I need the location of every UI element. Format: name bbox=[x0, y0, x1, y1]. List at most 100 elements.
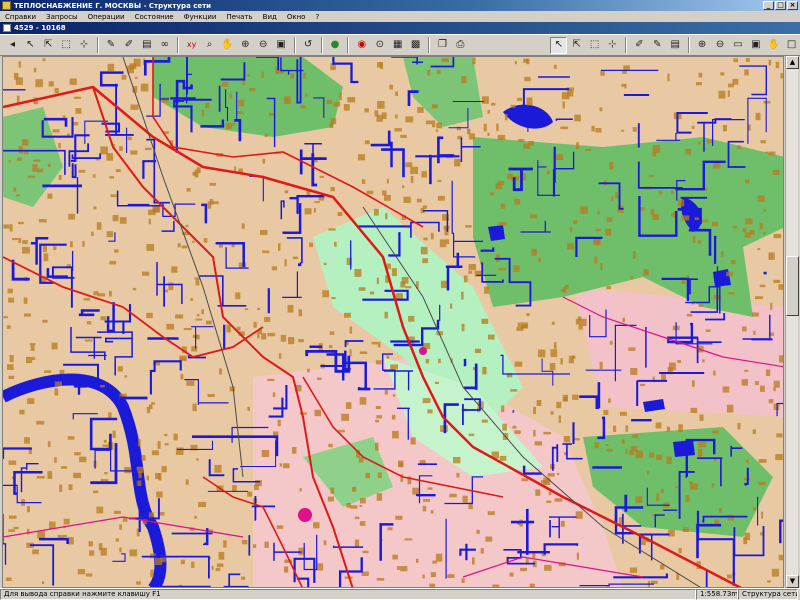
zoom-in-icon[interactable]: ⊕ bbox=[237, 37, 254, 54]
edit-icon[interactable]: ✐ bbox=[120, 37, 137, 54]
restore-view-icon[interactable]: □ bbox=[783, 37, 800, 54]
menu-item-queries[interactable]: Запросы bbox=[45, 13, 78, 21]
building bbox=[768, 399, 774, 404]
menu-item-state[interactable]: Состояние bbox=[134, 13, 175, 21]
building bbox=[180, 559, 185, 565]
scroll-down-icon[interactable]: ▼ bbox=[786, 575, 799, 588]
building bbox=[517, 97, 523, 102]
refresh-icon[interactable]: ↺ bbox=[300, 37, 317, 54]
building bbox=[578, 325, 583, 330]
building bbox=[518, 139, 525, 142]
layers-icon[interactable]: ▤ bbox=[138, 37, 155, 54]
zoom-full-icon[interactable]: ▣ bbox=[747, 37, 764, 54]
pencil-icon[interactable]: ✎ bbox=[649, 37, 666, 54]
building bbox=[395, 91, 398, 96]
node-edit-tool-icon[interactable]: ⊹ bbox=[604, 37, 621, 54]
building bbox=[422, 574, 425, 579]
menu-item-about[interactable]: ? bbox=[314, 13, 320, 21]
building bbox=[262, 250, 270, 254]
building bbox=[485, 536, 493, 542]
building bbox=[338, 429, 345, 433]
building bbox=[359, 397, 367, 405]
building bbox=[304, 208, 312, 215]
pan-tool-icon[interactable]: ✋ bbox=[765, 37, 782, 54]
building bbox=[712, 221, 718, 227]
zoom-out-tool-icon[interactable]: ⊖ bbox=[712, 37, 729, 54]
picture-icon[interactable]: ▩ bbox=[407, 37, 424, 54]
building bbox=[585, 148, 592, 151]
building bbox=[341, 413, 349, 421]
node-icon[interactable]: ⊹ bbox=[76, 37, 93, 54]
target-icon[interactable]: ◉ bbox=[353, 37, 370, 54]
building bbox=[513, 265, 520, 272]
building bbox=[666, 456, 672, 464]
building bbox=[284, 259, 287, 267]
scroll-thumb[interactable] bbox=[786, 256, 799, 316]
print-icon[interactable]: ⎙ bbox=[452, 37, 469, 54]
building bbox=[42, 581, 45, 585]
building bbox=[313, 522, 320, 529]
building bbox=[745, 58, 750, 62]
eraser-icon[interactable]: ✐ bbox=[631, 37, 648, 54]
building bbox=[603, 409, 609, 415]
zoom-icon[interactable]: ⌕ bbox=[201, 37, 218, 54]
zoom-in-tool-icon[interactable]: ⊕ bbox=[694, 37, 711, 54]
menu-item-operations[interactable]: Операции bbox=[87, 13, 126, 21]
building bbox=[760, 385, 765, 392]
building bbox=[329, 345, 333, 349]
minimize-button[interactable]: _ bbox=[763, 1, 774, 10]
coordinates-icon[interactable]: xy bbox=[183, 37, 200, 54]
building bbox=[522, 173, 526, 181]
zoom-out-icon[interactable]: ⊖ bbox=[255, 37, 272, 54]
select-area-icon[interactable]: ⬚ bbox=[58, 37, 75, 54]
select-icon[interactable]: ⇱ bbox=[40, 37, 57, 54]
building bbox=[547, 473, 555, 477]
heat-source-point[interactable] bbox=[419, 347, 427, 355]
maximize-button[interactable]: □ bbox=[775, 1, 786, 10]
status-mode: Структура сети bbox=[738, 589, 798, 600]
point-icon[interactable]: ⊙ bbox=[371, 37, 388, 54]
map-canvas[interactable] bbox=[3, 57, 784, 588]
menu-item-window[interactable]: Окно bbox=[286, 13, 307, 21]
heat-source-point[interactable] bbox=[298, 508, 312, 522]
building bbox=[562, 287, 567, 294]
grid-icon[interactable]: ▤ bbox=[667, 37, 684, 54]
building bbox=[249, 88, 256, 92]
building bbox=[288, 337, 295, 345]
pan-icon[interactable]: ✋ bbox=[219, 37, 236, 54]
zoom-window-icon[interactable]: ▣ bbox=[273, 37, 290, 54]
back-arrow-icon[interactable]: ◂ bbox=[4, 37, 21, 54]
cursor-icon[interactable]: ↖ bbox=[22, 37, 39, 54]
select-tool-icon[interactable]: ↖ bbox=[550, 36, 568, 54]
building bbox=[214, 464, 222, 473]
binoculars-icon[interactable]: ∞ bbox=[156, 37, 173, 54]
vertical-scrollbar[interactable]: ▲ ▼ bbox=[785, 56, 799, 588]
building bbox=[439, 239, 447, 248]
map-layer-icon[interactable]: ▦ bbox=[389, 37, 406, 54]
building bbox=[339, 92, 342, 101]
zoom-window-tool-icon[interactable]: ▭ bbox=[729, 37, 746, 54]
copy-icon[interactable]: ❐ bbox=[434, 37, 451, 54]
network-map[interactable] bbox=[2, 56, 784, 588]
building bbox=[483, 123, 487, 132]
building bbox=[194, 515, 197, 519]
building bbox=[59, 369, 65, 374]
building bbox=[232, 122, 235, 126]
building bbox=[771, 568, 780, 577]
menu-item-help[interactable]: Справки bbox=[4, 13, 37, 21]
close-button[interactable]: × bbox=[787, 1, 798, 10]
building bbox=[697, 448, 703, 457]
building bbox=[758, 459, 767, 463]
traffic-light-icon[interactable]: ● bbox=[327, 37, 344, 54]
pen-icon[interactable]: ✎ bbox=[103, 37, 120, 54]
menu-item-view[interactable]: Вид bbox=[262, 13, 278, 21]
node-tool-icon[interactable]: ⬚ bbox=[586, 37, 603, 54]
menu-item-print[interactable]: Печать bbox=[225, 13, 253, 21]
scroll-up-icon[interactable]: ▲ bbox=[786, 56, 799, 69]
building bbox=[497, 180, 505, 185]
select-area-tool-icon[interactable]: ⇱ bbox=[568, 37, 585, 54]
building bbox=[179, 355, 187, 361]
building bbox=[13, 526, 19, 530]
menu-item-functions[interactable]: Функции bbox=[183, 13, 218, 21]
building bbox=[24, 437, 30, 444]
